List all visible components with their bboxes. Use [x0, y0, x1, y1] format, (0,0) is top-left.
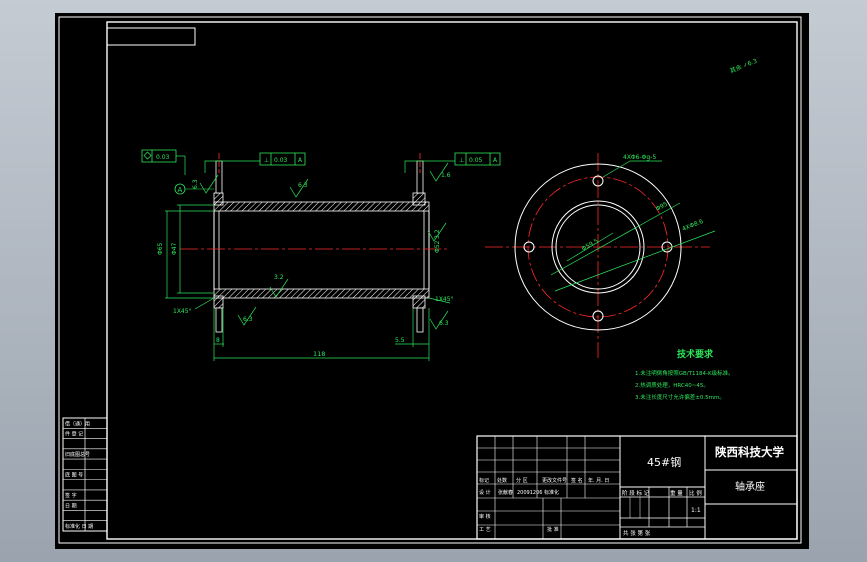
- designer-name: 张献春: [498, 489, 513, 496]
- outer-border: [58, 16, 802, 544]
- label-date: 年. 月. 日: [588, 477, 609, 484]
- dim-dia-right: Φ52: [434, 240, 441, 253]
- dim-bolt-circle: Φ95: [655, 201, 669, 213]
- dim-dia-inner: Φ47: [171, 242, 178, 255]
- dimension-texts: 118 8 5.5 1X45° 1X45° Φ65 Φ47 Φ52: [157, 240, 454, 358]
- roughness-r5: 6.3: [439, 320, 449, 327]
- roughness-symbols: [199, 162, 449, 330]
- side-table-label: 件 登 记: [65, 431, 83, 438]
- right-view-dims: 4XΦ6-Φg-5 Φ95 4XΦ8.6 Φ59.5: [581, 154, 705, 253]
- dim-dia-outer: Φ65: [157, 242, 164, 255]
- top-left-box: [106, 27, 196, 46]
- surface-finish-rest: 其余 ✓6.3: [729, 57, 759, 75]
- dim-bore-dia: Φ59.5: [581, 238, 600, 253]
- hatch-left-flange-bottom: [213, 295, 224, 309]
- material-text: 45#钢: [647, 456, 681, 469]
- label-standardize: 标准化: [544, 489, 559, 496]
- roughness-r4: 1.6: [441, 172, 451, 179]
- hatch-tube-top: [213, 201, 430, 212]
- dimension-lines: [165, 204, 451, 361]
- part-name-text: 轴承座: [735, 480, 765, 493]
- school-text: 陕西科技大学: [715, 445, 784, 459]
- dim-flange-right: 5.5: [395, 337, 405, 344]
- datum-label: A: [178, 186, 183, 194]
- label-design: 设 计: [479, 489, 491, 496]
- dim-hole-dia: 4XΦ8.6: [681, 218, 704, 233]
- roughness-r3: 6.3: [243, 316, 253, 323]
- label-scale: 比 例: [689, 489, 702, 497]
- flatness-value: 0.03: [156, 154, 170, 161]
- tech-title: 技术要求: [677, 348, 714, 360]
- svg-text:⊥: ⊥: [264, 157, 269, 164]
- scale-value: 1:1: [691, 507, 701, 514]
- hatch-tube-bottom: [213, 288, 430, 299]
- side-table-label: 日 期: [65, 503, 77, 509]
- tech-item-3: 3.未注长度尺寸允许偏差±0.5mm。: [635, 393, 725, 401]
- gdt-left-datum: A: [298, 157, 303, 164]
- label-weight: 重 量: [670, 489, 683, 497]
- tech-item-1: 1.未注明倒角按照GB/T1184-K级标准。: [635, 369, 734, 377]
- side-table-label: 旧底图总号: [65, 451, 90, 458]
- svg-text:⊥: ⊥: [459, 157, 464, 164]
- label-mark: 标记: [479, 477, 489, 484]
- right-end-view: [485, 153, 716, 358]
- dim-chamfer-right: 1X45°: [435, 296, 454, 303]
- design-date: 20091206: [517, 490, 542, 496]
- label-signature: 签 名: [571, 477, 583, 484]
- gdt-frame-flatness: 0.03: [141, 149, 186, 175]
- label-review: 审 核: [479, 513, 491, 520]
- revision-grid: [477, 435, 621, 540]
- label-sheet: 共 张 第 张: [623, 529, 651, 537]
- label-approve: 批 准: [547, 526, 559, 533]
- tech-requirements: 技术要求 1.未注明倒角按照GB/T1184-K级标准。 2.热调质处理，HRC…: [635, 348, 734, 401]
- dim-total-length: 118: [313, 350, 325, 358]
- gdt-right-value: 0.05: [469, 157, 483, 164]
- side-table-label: 底 图 号: [65, 472, 83, 479]
- roughness-r6: 6.3: [192, 179, 199, 189]
- side-table-label: 签 字: [65, 492, 77, 499]
- roughness-r7: 3.2: [434, 229, 441, 239]
- label-stage-mark: 阶 段 标 记: [622, 489, 650, 497]
- side-table-label: 借（通）用: [65, 420, 90, 427]
- label-change-doc: 更改文件号: [542, 477, 567, 484]
- gdt-right-datum: A: [493, 157, 498, 164]
- dim-flange-left: 8: [216, 337, 220, 344]
- hatch-right-flange-bottom: [412, 295, 426, 309]
- title-block-texts: 45#钢 陕西科技大学 轴承座 阶 段 标 记 重 量 比 例 1:1 共 张 …: [479, 445, 784, 537]
- label-zone: 分 区: [516, 477, 528, 484]
- gdt-left-value: 0.03: [274, 157, 288, 164]
- hatch-right-flange-top: [412, 192, 426, 206]
- left-section-view: [180, 153, 450, 333]
- label-count: 处数: [497, 477, 507, 484]
- dim-chamfer-left: 1X45°: [173, 308, 192, 315]
- cad-drawing-canvas[interactable]: 借（通）用件 登 记旧底图总号底 图 号签 字日 期标准化 日 期 其余 ✓6.…: [55, 13, 809, 549]
- drawing-sheet: 借（通）用件 登 记旧底图总号底 图 号签 字日 期标准化 日 期 其余 ✓6.…: [58, 16, 802, 544]
- side-table-label: 标准化 日 期: [65, 523, 93, 530]
- roughness-r1: 6.3: [298, 182, 308, 189]
- roughness-values: 6.3 3.2 6.3 1.6 6.3 6.3 3.2: [192, 172, 451, 327]
- inner-border: [106, 21, 798, 540]
- roughness-r2: 3.2: [274, 274, 284, 281]
- label-process: 工 艺: [479, 527, 491, 533]
- dim-holes-label: 4XΦ6-Φg-5: [623, 154, 656, 161]
- tech-item-2: 2.热调质处理，HRC40~45。: [635, 381, 709, 389]
